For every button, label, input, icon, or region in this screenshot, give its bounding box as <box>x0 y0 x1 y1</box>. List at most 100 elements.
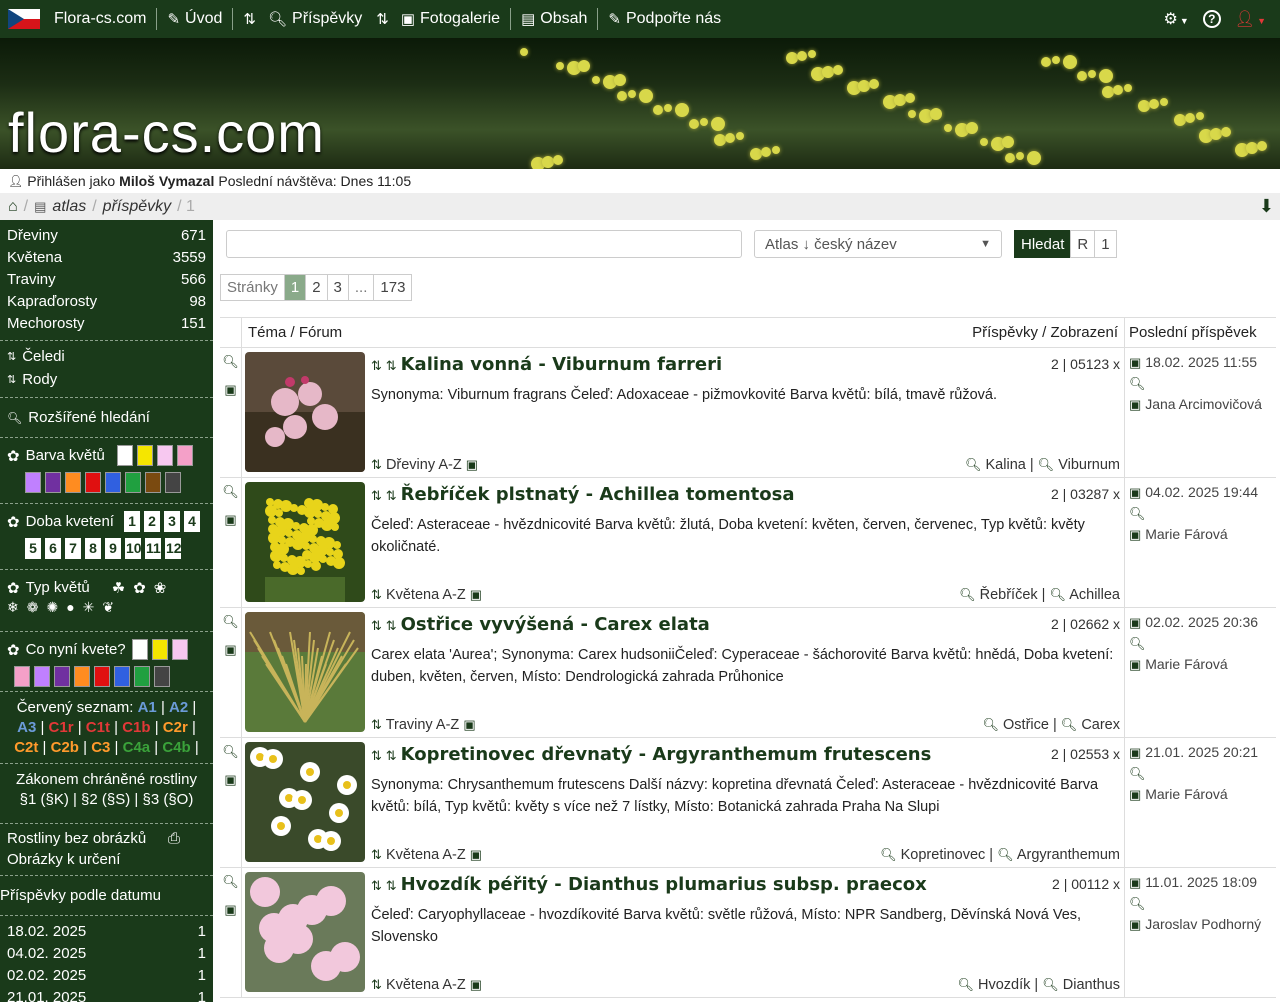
one-button[interactable]: 1 <box>1094 230 1117 258</box>
arrow-down-icon[interactable]: ⬇ <box>1259 196 1274 217</box>
sidebar-count-item[interactable]: Kapraďorosty 98 <box>0 290 213 312</box>
post-thumbnail[interactable] <box>245 742 365 862</box>
post-title[interactable]: Řebříček plstnatý - Achillea tomentosa <box>401 484 795 505</box>
zoom-icon[interactable]: 🔍︎ <box>222 484 239 500</box>
post-genus-lat[interactable]: Argyranthemum <box>1017 847 1120 863</box>
post-genus-lat[interactable]: Viburnum <box>1058 457 1120 473</box>
post-category[interactable]: ⇅ Dřeviny A-Z ▣ <box>371 457 478 473</box>
post-title[interactable]: Kalina vonná - Viburnum farreri <box>401 354 723 375</box>
color-swatch[interactable] <box>116 445 133 466</box>
post-thumbnail[interactable] <box>245 482 365 602</box>
sort-az-icon[interactable]: ⇅ <box>371 488 382 503</box>
sort-az-icon[interactable]: ⇅ <box>386 878 397 893</box>
red-list-c3[interactable]: C3 <box>91 739 110 756</box>
camera-icon[interactable]: ▣ <box>224 382 236 398</box>
post-thumbnail[interactable] <box>245 352 365 472</box>
red-list-c2b[interactable]: C2b <box>51 739 79 756</box>
red-list-c1t[interactable]: C1t <box>86 719 110 736</box>
camera-icon[interactable]: ▣ <box>1129 485 1141 500</box>
sort-az-icon[interactable]: ⇅ <box>371 618 382 633</box>
post-genus-cz[interactable]: Řebříček <box>980 587 1038 603</box>
images-to-identify[interactable]: Obrázky k určení <box>7 849 206 870</box>
color-swatch[interactable] <box>25 472 41 493</box>
post-genus-cz[interactable]: Kalina <box>986 457 1026 473</box>
nav-fotogalerie[interactable]: ▣ Fotogalerie <box>401 10 500 28</box>
month-button[interactable]: 12 <box>165 538 182 559</box>
last-post-author[interactable]: Marie Fárová <box>1145 526 1227 542</box>
color-swatch[interactable] <box>171 639 188 660</box>
red-list-c2t[interactable]: C2t <box>14 739 38 756</box>
site-logo[interactable]: flora-cs.com <box>8 100 325 165</box>
zoom-icon[interactable]: 🔍︎ <box>222 354 239 370</box>
camera-icon[interactable]: ▣ <box>224 772 236 788</box>
red-list-c1b[interactable]: C1b <box>122 719 150 736</box>
zoom-icon[interactable]: 🔍︎ <box>222 614 239 630</box>
zoom-icon[interactable]: 🔍︎ <box>222 744 239 760</box>
nav-uvod[interactable]: ✎ Úvod <box>167 10 222 28</box>
month-button[interactable]: 10 <box>125 538 142 559</box>
red-list-c4a[interactable]: C4a <box>123 739 151 756</box>
sidebar-rozsirene-hledani[interactable]: 🔍︎ Rozšířené hledání <box>7 406 150 429</box>
camera-icon[interactable]: ▣ <box>1129 355 1141 370</box>
month-button[interactable]: 9 <box>105 538 121 559</box>
post-genus-cz[interactable]: Kopretinovec <box>901 847 986 863</box>
camera-icon[interactable]: ▣ <box>1129 787 1141 802</box>
month-button[interactable]: 3 <box>163 511 180 532</box>
red-list-c2r[interactable]: C2r <box>163 719 188 736</box>
last-post-author[interactable]: Jana Arcimovičová <box>1145 396 1262 412</box>
post-genus-lat[interactable]: Achillea <box>1069 587 1120 603</box>
red-list-c1r[interactable]: C1r <box>49 719 74 736</box>
camera-icon[interactable]: ▣ <box>1129 397 1141 412</box>
month-button[interactable]: 5 <box>25 538 41 559</box>
red-list-a2[interactable]: A2 <box>169 699 188 716</box>
post-title[interactable]: Ostřice vyvýšená - Carex elata <box>401 614 710 635</box>
home-icon[interactable]: ⌂ <box>8 198 18 216</box>
post-genus-lat[interactable]: Dianthus <box>1063 977 1120 993</box>
date-item[interactable]: 02.02. 2025 1 <box>0 964 213 986</box>
camera-icon[interactable]: ▣ <box>1129 657 1141 672</box>
post-genus-lat[interactable]: Carex <box>1081 717 1120 733</box>
red-list-a3[interactable]: A3 <box>17 719 36 736</box>
page-3[interactable]: 3 <box>326 274 349 301</box>
color-swatch[interactable] <box>65 472 81 493</box>
sort-az-icon[interactable]: ⇅ <box>386 358 397 373</box>
zoom-icon[interactable]: 🔍︎ <box>1129 636 1146 651</box>
post-category[interactable]: ⇅ Květena A-Z ▣ <box>371 847 482 863</box>
page-1[interactable]: 1 <box>283 274 307 301</box>
search-button[interactable]: Hledat <box>1014 230 1072 258</box>
sort-az-icon[interactable]: ⇅ <box>371 878 382 893</box>
camera-icon[interactable]: ▣ <box>1129 527 1141 542</box>
zoom-icon[interactable]: 🔍︎ <box>1129 896 1146 911</box>
color-swatch[interactable] <box>165 472 181 493</box>
page-2[interactable]: 2 <box>305 274 328 301</box>
color-swatch[interactable] <box>134 666 150 687</box>
color-swatch[interactable] <box>34 666 50 687</box>
post-genus-cz[interactable]: Hvozdík <box>978 977 1030 993</box>
protected-plants-classes[interactable]: §1 (§K) | §2 (§S) | §3 (§O) <box>7 790 206 810</box>
date-item[interactable]: 04.02. 2025 1 <box>0 942 213 964</box>
post-title[interactable]: Hvozdík péřitý - Dianthus plumarius subs… <box>401 874 927 895</box>
reset-button[interactable]: R <box>1070 230 1096 258</box>
color-swatch[interactable] <box>151 639 168 660</box>
month-button[interactable]: 11 <box>145 538 161 559</box>
post-title[interactable]: Kopretinovec dřevnatý - Argyranthemum fr… <box>401 744 932 765</box>
last-post-author[interactable]: Jaroslav Podhorný <box>1145 916 1261 932</box>
sort-az-icon[interactable]: ⇅ <box>376 10 389 28</box>
color-swatch[interactable] <box>85 472 101 493</box>
settings-menu[interactable]: ⚙ ▼ <box>1164 9 1189 29</box>
sidebar-celedi[interactable]: ⇅ Čeledi <box>7 345 206 368</box>
nav-prispevky[interactable]: 🔍︎ Příspěvky <box>268 10 362 28</box>
sidebar-count-item[interactable]: Květena 3559 <box>0 246 213 268</box>
post-thumbnail[interactable] <box>245 872 365 992</box>
help-icon[interactable]: ? <box>1202 10 1221 28</box>
print-icon[interactable]: ⎙ <box>168 828 180 849</box>
month-button[interactable]: 6 <box>45 538 61 559</box>
last-post-author[interactable]: Marie Fárová <box>1145 656 1227 672</box>
sort-az-icon[interactable]: ⇅ <box>243 10 256 28</box>
post-genus-cz[interactable]: Ostřice <box>1003 717 1049 733</box>
camera-icon[interactable]: ▣ <box>224 512 236 528</box>
red-list-a1[interactable]: A1 <box>138 699 157 716</box>
login-user[interactable]: Miloš Vymazal <box>119 173 214 189</box>
posts-by-date[interactable]: Příspěvky podle datumu <box>0 887 161 904</box>
date-item[interactable]: 18.02. 2025 1 <box>0 920 213 942</box>
